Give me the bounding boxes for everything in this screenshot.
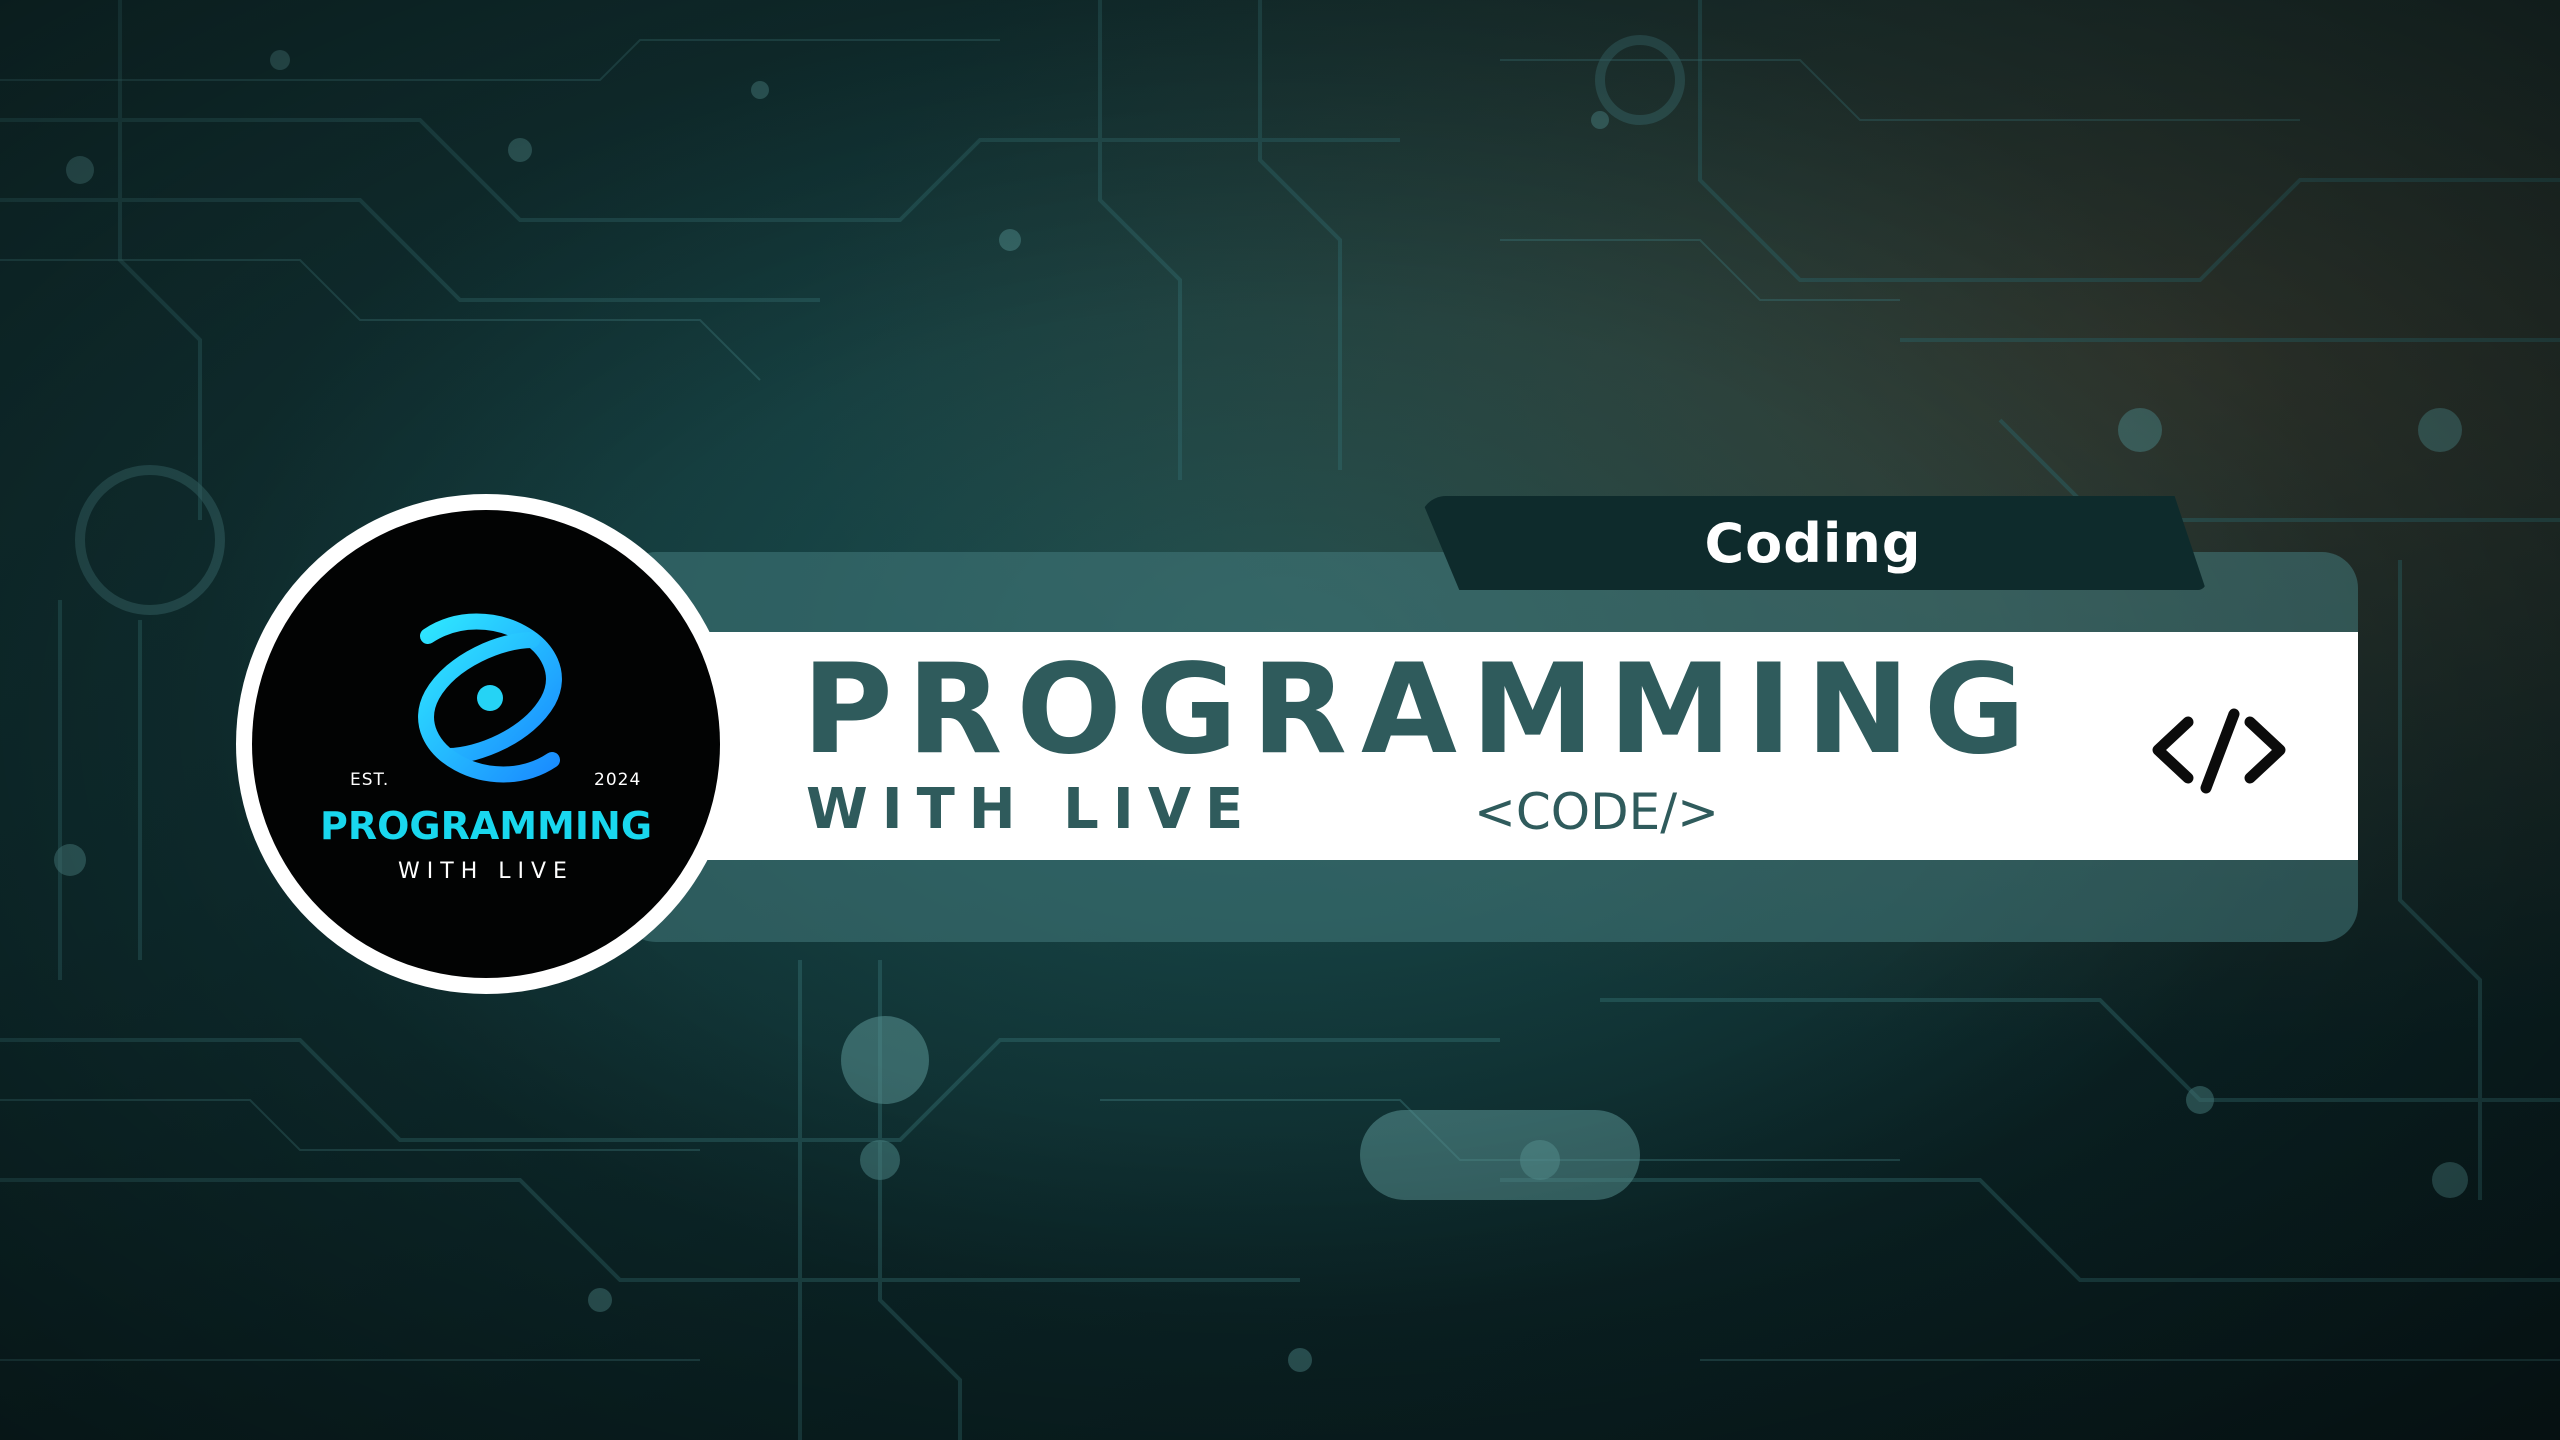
logo-established-label: EST. (350, 770, 390, 790)
code-tag-label: <CODE/> (1474, 783, 1719, 841)
logo-subtitle: WITH LIVE (398, 859, 574, 884)
atom-orbit-icon (418, 613, 562, 783)
category-tag-label: Coding (1704, 511, 1922, 575)
code-brackets-icon (2152, 708, 2286, 794)
banner-title: PROGRAMMING (802, 638, 2040, 782)
channel-banner: Coding PROGRAMMING WITH LIVE <CODE/> EST… (0, 0, 2560, 1440)
logo-title: PROGRAMMING (319, 804, 653, 848)
logo-year: 2024 (594, 770, 642, 790)
banner-subtitle: WITH LIVE (806, 777, 1258, 842)
